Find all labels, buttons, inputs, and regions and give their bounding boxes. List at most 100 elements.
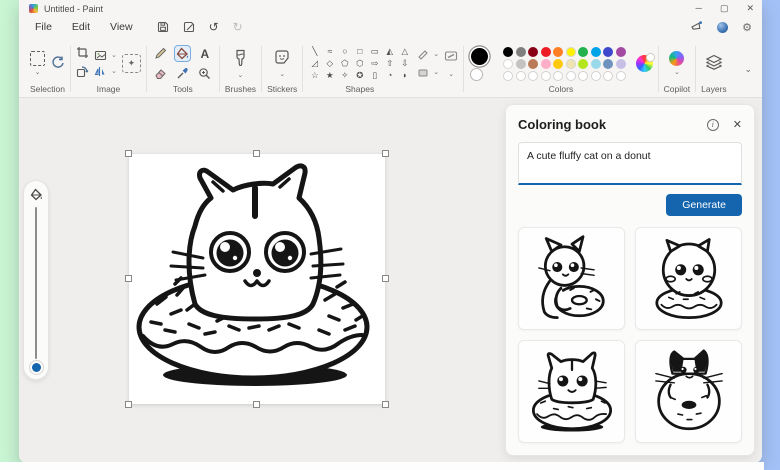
shape-outline-dropdown[interactable]: ⌄ bbox=[417, 49, 439, 61]
color-swatch[interactable] bbox=[565, 46, 576, 57]
empty-color-slot[interactable] bbox=[578, 70, 589, 81]
eyedropper-icon[interactable] bbox=[174, 65, 191, 82]
shape-icon[interactable]: ⇩ bbox=[398, 58, 411, 69]
shapes-grid[interactable]: ╲ ≈ ○ □ ▭ ◭ △ ◿ ◇ ⬠ ⬡ ⇨ ⇧ ⇩ ☆ ★ ✧ ✪ ▯ ◔ ◗ bbox=[308, 46, 411, 82]
shape-icon[interactable]: ◗ bbox=[398, 70, 411, 81]
prompt-input[interactable]: A cute fluffy cat on a donut bbox=[518, 142, 742, 185]
color-swatch[interactable] bbox=[590, 46, 601, 57]
primary-color-swatch[interactable] bbox=[471, 48, 489, 65]
shape-icon[interactable]: ☆ bbox=[308, 70, 321, 81]
shape-icon[interactable]: ⬠ bbox=[338, 58, 351, 69]
thumbnail-1[interactable] bbox=[518, 227, 625, 330]
empty-color-slot[interactable] bbox=[565, 70, 576, 81]
ribbon-collapse-chevron[interactable]: ⌄ bbox=[738, 64, 758, 75]
free-select-icon[interactable] bbox=[50, 55, 65, 73]
rectangle-select-icon[interactable] bbox=[30, 51, 45, 66]
color-swatch[interactable] bbox=[553, 58, 564, 69]
thumbnail-2[interactable] bbox=[635, 227, 742, 330]
shape-icon[interactable]: ✧ bbox=[338, 70, 351, 81]
slider-track[interactable] bbox=[34, 207, 38, 359]
maximize-button[interactable]: ▢ bbox=[720, 3, 729, 14]
panel-close-icon[interactable]: ✕ bbox=[733, 118, 742, 131]
color-swatch[interactable] bbox=[540, 58, 551, 69]
shape-icon[interactable]: ✪ bbox=[353, 70, 366, 81]
shape-icon[interactable]: ⇧ bbox=[383, 58, 396, 69]
selection-handle[interactable] bbox=[125, 275, 132, 282]
menu-file[interactable]: File bbox=[25, 18, 62, 36]
shape-icon[interactable]: ★ bbox=[323, 70, 336, 81]
layers-icon[interactable] bbox=[705, 54, 723, 73]
shape-icon[interactable]: ⬡ bbox=[353, 58, 366, 69]
color-swatch[interactable] bbox=[528, 58, 539, 69]
color-swatch[interactable] bbox=[540, 46, 551, 57]
selection-handle[interactable] bbox=[253, 401, 260, 408]
color-swatch[interactable] bbox=[565, 58, 576, 69]
close-button[interactable]: ✕ bbox=[746, 3, 754, 14]
magnifier-icon[interactable] bbox=[196, 65, 213, 82]
brushes-chevron-icon[interactable]: ⌄ bbox=[238, 72, 244, 79]
color-swatch[interactable] bbox=[603, 58, 614, 69]
size-icon[interactable] bbox=[444, 50, 458, 65]
brush-icon[interactable] bbox=[233, 49, 248, 69]
text-tool-icon[interactable]: A bbox=[196, 45, 213, 62]
drawing-canvas[interactable] bbox=[125, 150, 389, 408]
shape-icon[interactable]: ≈ bbox=[323, 46, 336, 57]
info-icon[interactable]: i bbox=[706, 118, 719, 131]
resize-icon[interactable]: ⌄ bbox=[94, 49, 117, 62]
feedback-icon[interactable] bbox=[690, 20, 703, 34]
settings-gear-icon[interactable]: ⚙ bbox=[742, 21, 752, 34]
selection-handle[interactable] bbox=[382, 150, 389, 157]
selection-handle[interactable] bbox=[253, 150, 260, 157]
rotate-icon[interactable] bbox=[76, 65, 89, 81]
empty-color-slot[interactable] bbox=[540, 70, 551, 81]
color-swatch[interactable] bbox=[503, 58, 514, 69]
color-swatch[interactable] bbox=[578, 58, 589, 69]
color-swatch[interactable] bbox=[553, 46, 564, 57]
empty-color-slot[interactable] bbox=[515, 70, 526, 81]
color-swatch[interactable] bbox=[615, 46, 626, 57]
edit-colors-icon[interactable] bbox=[635, 53, 655, 72]
crop-icon[interactable] bbox=[76, 46, 89, 62]
empty-color-slot[interactable] bbox=[590, 70, 601, 81]
color-swatch[interactable] bbox=[590, 58, 601, 69]
selection-handle[interactable] bbox=[125, 150, 132, 157]
color-swatch[interactable] bbox=[515, 46, 526, 57]
empty-color-slot[interactable] bbox=[615, 70, 626, 81]
shape-icon[interactable]: ╲ bbox=[308, 46, 321, 57]
stickers-chevron-icon[interactable]: ⌄ bbox=[279, 71, 285, 78]
generate-button[interactable]: Generate bbox=[666, 194, 742, 216]
color-swatch[interactable] bbox=[603, 46, 614, 57]
sticker-icon[interactable] bbox=[274, 49, 290, 68]
thumbnail-3[interactable] bbox=[518, 340, 625, 443]
fill-tool-icon[interactable] bbox=[174, 45, 192, 62]
shape-icon[interactable]: △ bbox=[398, 46, 411, 57]
copilot-icon[interactable] bbox=[669, 51, 685, 66]
shape-icon[interactable]: ⇨ bbox=[368, 58, 381, 69]
shape-fill-dropdown[interactable]: ⌄ bbox=[417, 67, 439, 79]
pencil-icon[interactable] bbox=[152, 45, 169, 62]
selection-handle[interactable] bbox=[382, 401, 389, 408]
empty-color-slot[interactable] bbox=[503, 70, 514, 81]
fill-size-slider[interactable] bbox=[23, 180, 49, 380]
color-swatch[interactable] bbox=[615, 58, 626, 69]
color-swatch[interactable] bbox=[515, 58, 526, 69]
shape-icon[interactable]: ◇ bbox=[323, 58, 336, 69]
thumbnail-4[interactable] bbox=[635, 340, 742, 443]
selection-chevron-icon[interactable]: ⌄ bbox=[35, 69, 41, 76]
color-swatch[interactable] bbox=[503, 46, 514, 57]
shape-icon[interactable]: ◭ bbox=[383, 46, 396, 57]
shape-icon[interactable]: ◿ bbox=[308, 58, 321, 69]
redo-icon[interactable]: ↻ bbox=[233, 21, 243, 33]
slider-thumb[interactable] bbox=[31, 363, 41, 372]
color-swatch[interactable] bbox=[578, 46, 589, 57]
empty-color-slot[interactable] bbox=[528, 70, 539, 81]
selection-handle[interactable] bbox=[125, 401, 132, 408]
shape-icon[interactable]: ▯ bbox=[368, 70, 381, 81]
eraser-icon[interactable] bbox=[152, 65, 169, 82]
menu-edit[interactable]: Edit bbox=[62, 18, 100, 36]
empty-color-slot[interactable] bbox=[603, 70, 614, 81]
undo-icon[interactable]: ↺ bbox=[209, 21, 219, 33]
empty-color-slot[interactable] bbox=[553, 70, 564, 81]
shape-icon[interactable]: □ bbox=[353, 46, 366, 57]
copilot-chevron-icon[interactable]: ⌄ bbox=[674, 69, 680, 76]
